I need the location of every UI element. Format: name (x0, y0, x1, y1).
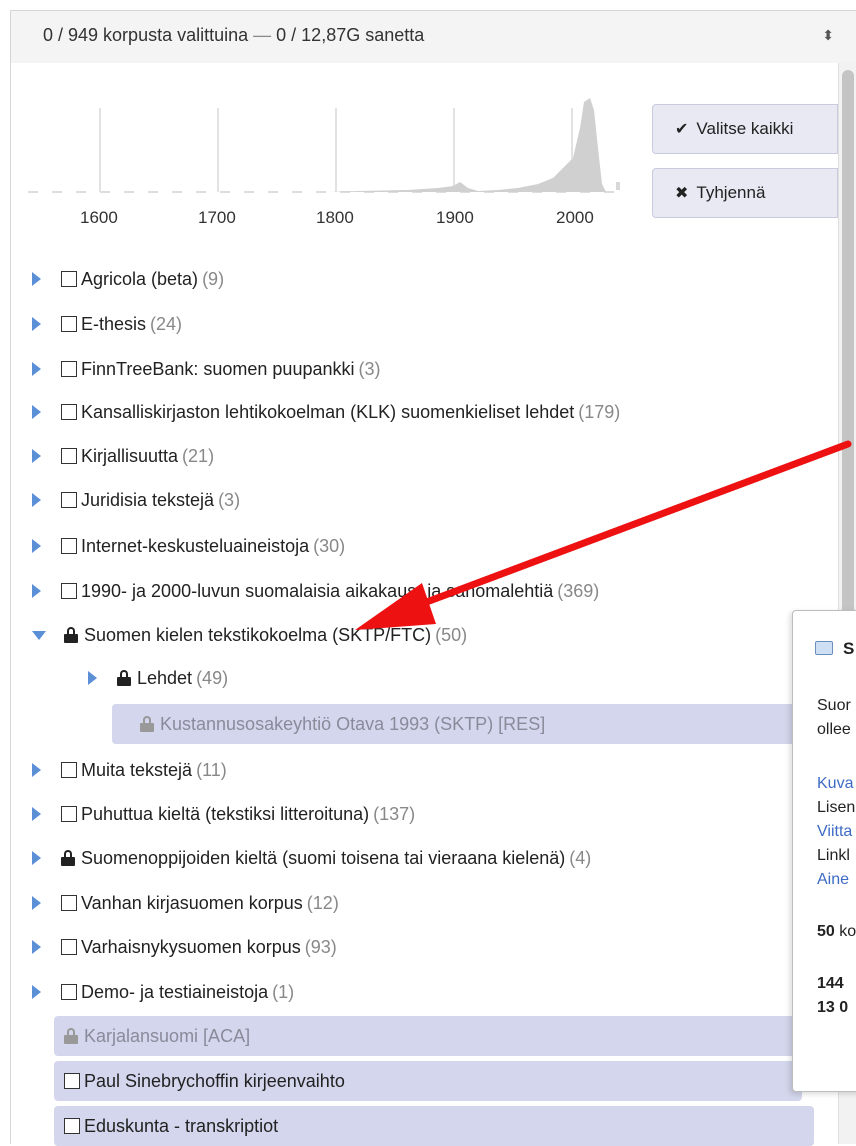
arrow-head (355, 583, 436, 630)
arrow-shaft (396, 440, 852, 616)
annotation-arrow-icon (355, 440, 852, 630)
